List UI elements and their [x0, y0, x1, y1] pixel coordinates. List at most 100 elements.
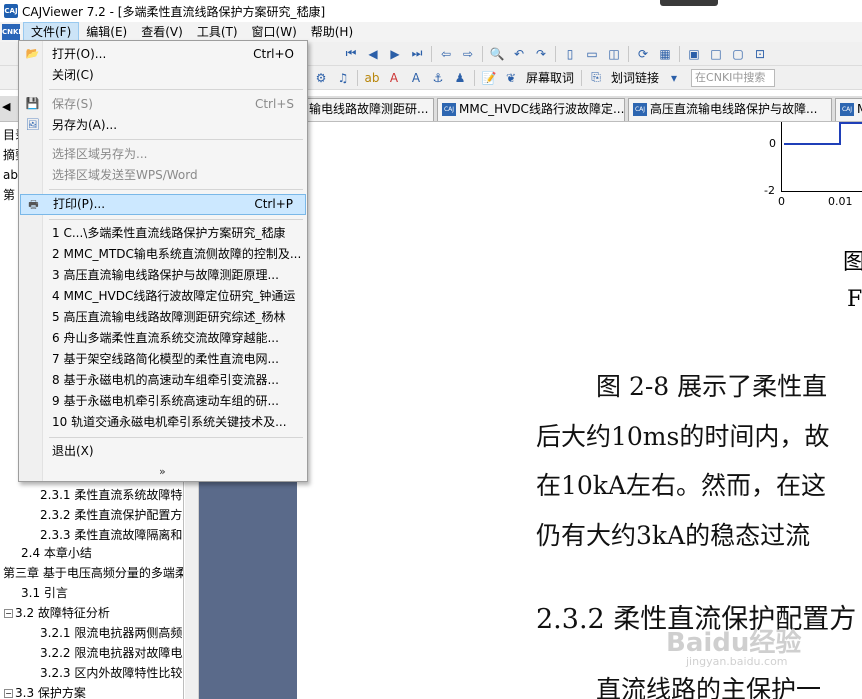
back-icon[interactable]: ⇦ — [438, 46, 454, 62]
chart-series-line — [839, 122, 862, 124]
sidebar-collapse-icon[interactable]: ◀ — [2, 100, 10, 113]
screen-select-button[interactable]: 屏幕取词 — [526, 69, 574, 86]
page-width-icon[interactable]: ▢ — [730, 46, 746, 62]
menu-separator — [49, 139, 303, 140]
tab-label: MMC_HVDC线路行波故障定... — [459, 102, 625, 116]
fullscreen-icon[interactable]: ▣ — [686, 46, 702, 62]
fit-page-icon[interactable]: ⊡ — [752, 46, 768, 62]
audio-icon[interactable]: ♫ — [335, 70, 351, 86]
undo-icon[interactable]: ↶ — [511, 46, 527, 62]
dropdown-arrow-icon[interactable]: ▾ — [666, 70, 682, 86]
menu-item-label: 打印(P)... — [53, 197, 106, 211]
menu-item-recent-9[interactable]: 9 基于永磁电机牵引系统高速动车组的研... — [20, 391, 306, 412]
underline-text-icon[interactable]: A — [408, 70, 424, 86]
menu-item-recent-6[interactable]: 6 舟山多端柔性直流系统交流故障穿越能... — [20, 328, 306, 349]
caj-file-icon: CAJ — [633, 103, 647, 116]
menu-item-exit[interactable]: 退出(X) — [20, 441, 306, 462]
menu-item-recent-1[interactable]: 1 C...\多端柔性直流线路保护方案研究_嵇康 — [20, 223, 306, 244]
single-page-icon[interactable]: ▯ — [562, 46, 578, 62]
toc-item[interactable]: 3.2.1 限流电抗器两侧高频电 — [40, 623, 183, 643]
menu-item-label: 5 高压直流输电线路故障测距研究综述_杨林 — [52, 310, 286, 324]
save-icon: 💾 — [25, 97, 40, 110]
tree-collapse-icon[interactable]: − — [4, 689, 13, 698]
tab-document-1[interactable]: 输电线路故障测距研... — [304, 98, 434, 121]
y-tick-label: 0 — [769, 137, 776, 150]
menu-item-recent-5[interactable]: 5 高压直流输电线路故障测距研究综述_杨林 — [20, 307, 306, 328]
ocr-icon[interactable]: ⚙ — [313, 70, 329, 86]
tab-document-3[interactable]: CAJ 高压直流输电线路保护与故障... — [628, 98, 832, 121]
menu-item-label: 另存为(A)... — [52, 118, 118, 132]
find-icon[interactable]: 🔍 — [489, 46, 505, 62]
toc-item-expandable[interactable]: −3.3 保护方案 — [4, 683, 183, 699]
toc-item[interactable]: 3.2.3 区内外故障特性比较 — [40, 663, 183, 683]
tab-label: 输电线路故障测距研... — [309, 102, 429, 116]
menu-item-save-as[interactable]: 🖼 另存为(A)... — [20, 115, 306, 136]
menu-separator — [49, 437, 303, 438]
knowledge-icon[interactable]: ❦ — [503, 70, 519, 86]
cnki-search-input[interactable]: 在CNKI中搜索 — [691, 68, 776, 87]
menu-item-shortcut: Ctrl+S — [254, 97, 294, 111]
note-icon[interactable]: 📝 — [481, 70, 497, 86]
tab-document-2[interactable]: CAJ MMC_HVDC线路行波故障定... — [437, 98, 625, 121]
menu-help[interactable]: 帮助(H) — [304, 22, 360, 42]
menu-item-print[interactable]: 🖶 打印(P)... Ctrl+P — [20, 194, 306, 215]
toc-item[interactable]: 3.2.2 限流电抗器对故障电压 — [40, 643, 183, 663]
layout-icon[interactable]: ▦ — [657, 46, 673, 62]
word-link-button[interactable]: 划词链接 — [611, 69, 659, 86]
menu-item-recent-2[interactable]: 2 MMC_MTDC输电系统直流侧故障的控制及... — [20, 244, 306, 265]
chart-axes — [781, 122, 862, 192]
tab-document-4[interactable]: CAJM — [835, 98, 862, 121]
stamp-icon[interactable]: ♟ — [452, 70, 468, 86]
save-as-icon: 🖼 — [25, 118, 40, 131]
menu-file[interactable]: 文件(F) — [23, 22, 80, 42]
continuous-page-icon[interactable]: ▭ — [584, 46, 600, 62]
toc-item[interactable]: 2.3.3 柔性直流故障隔离和限 — [40, 525, 183, 545]
menu-item-shortcut: Ctrl+P — [254, 197, 293, 211]
file-menu-dropdown: 📂 打开(O)... Ctrl+O 关闭(C) 💾 保存(S) Ctrl+S 🖼… — [18, 40, 308, 482]
caj-file-icon: CAJ — [442, 103, 456, 116]
expand-menu-icon[interactable]: » — [159, 465, 166, 478]
toc-item-expandable[interactable]: −3.2 故障特征分析 — [4, 603, 183, 623]
first-page-icon[interactable]: ⏮ — [343, 46, 359, 62]
menu-item-label: 保存(S) — [52, 97, 93, 111]
menu-item-recent-8[interactable]: 8 基于永磁电机的高速动车组牵引变流器... — [20, 370, 306, 391]
menu-item-recent-3[interactable]: 3 高压直流输电线路保护与故障测距原理... — [20, 265, 306, 286]
watermark-url: jingyan.baidu.com — [686, 655, 788, 668]
toc-item[interactable]: 2.3.2 柔性直流保护配置方案 — [40, 505, 183, 525]
highlight-icon[interactable]: ab — [364, 70, 380, 86]
menu-separator — [49, 189, 303, 190]
menu-item-recent-4[interactable]: 4 MMC_HVDC线路行波故障定位研究_钟通运 — [20, 286, 306, 307]
toc-item[interactable]: 3.1 引言 — [21, 583, 183, 603]
forward-icon[interactable]: ⇨ — [460, 46, 476, 62]
menu-item-open[interactable]: 📂 打开(O)... Ctrl+O — [20, 44, 306, 65]
menu-item-close[interactable]: 关闭(C) — [20, 65, 306, 86]
menu-window[interactable]: 窗口(W) — [245, 22, 304, 42]
tree-collapse-icon[interactable]: − — [4, 609, 13, 618]
anchor-icon[interactable]: ⚓ — [430, 70, 446, 86]
menu-item-region-save-as[interactable]: 选择区域另存为... — [20, 144, 306, 165]
cnki-logo-icon[interactable]: CNKI — [2, 24, 21, 40]
menu-item-region-send-wps[interactable]: 选择区域发送至WPS/Word — [20, 165, 306, 186]
menu-item-recent-10[interactable]: 10 轨道交通永磁电机牵引系统关键技术及... — [20, 412, 306, 433]
menu-item-label: 8 基于永磁电机的高速动车组牵引变流器... — [52, 373, 279, 387]
text-color-icon[interactable]: A — [386, 70, 402, 86]
menu-item-recent-7[interactable]: 7 基于架空线路简化模型的柔性直流电网... — [20, 349, 306, 370]
menu-view[interactable]: 查看(V) — [134, 22, 190, 42]
page-icon[interactable]: □ — [708, 46, 724, 62]
toc-item[interactable]: 2.3.1 柔性直流系统故障特征 — [40, 485, 183, 505]
menu-item-label: 选择区域另存为... — [52, 147, 148, 161]
prev-page-icon[interactable]: ◀ — [365, 46, 381, 62]
folder-open-icon: 📂 — [25, 47, 40, 60]
toc-item[interactable]: 第三章 基于电压高频分量的多端柔性 — [3, 563, 183, 583]
next-page-icon[interactable]: ▶ — [387, 46, 403, 62]
menu-tools[interactable]: 工具(T) — [190, 22, 245, 42]
menu-item-save[interactable]: 💾 保存(S) Ctrl+S — [20, 94, 306, 115]
menu-item-label: 退出(X) — [52, 444, 94, 458]
rotate-icon[interactable]: ⟳ — [635, 46, 651, 62]
tab-label: 高压直流输电线路保护与故障... — [650, 102, 818, 116]
menu-edit[interactable]: 编辑(E) — [79, 22, 134, 42]
facing-page-icon[interactable]: ◫ — [606, 46, 622, 62]
toc-item[interactable]: 2.4 本章小结 — [21, 543, 183, 563]
redo-icon[interactable]: ↷ — [533, 46, 549, 62]
last-page-icon[interactable]: ⏭ — [409, 46, 425, 62]
